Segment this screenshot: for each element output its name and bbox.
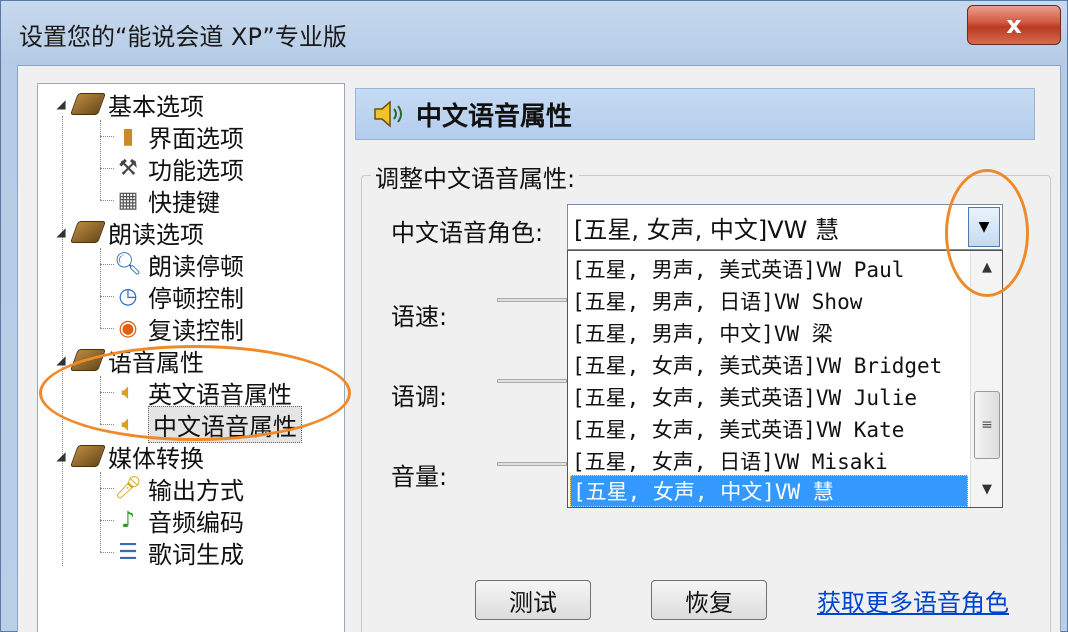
tree-item-label: 朗读停顿: [148, 252, 244, 281]
hammer-icon: ⚒: [118, 155, 138, 181]
book-icon: [69, 218, 107, 246]
tree-item-label: 复读控制: [148, 316, 244, 345]
tree-item-pause-control[interactable]: ◷ 停顿控制: [100, 280, 244, 313]
clock-icon: ◷: [118, 283, 138, 309]
tree-item-label: 输出方式: [148, 476, 244, 505]
volume-slider[interactable]: [497, 462, 567, 466]
pitch-label: 语调:: [391, 383, 448, 411]
speaker-icon: [370, 98, 408, 130]
list-item[interactable]: [五星, 女声, 美式英语]VW Kate: [570, 413, 968, 445]
pitch-slider[interactable]: [497, 379, 567, 383]
tree-item-interface[interactable]: ▮ 界面选项: [100, 120, 244, 153]
list-item-selected[interactable]: [五星, 女声, 中文]VW 慧: [570, 475, 968, 507]
tree-item-label: 音频编码: [148, 508, 244, 537]
voice-dropdown-list[interactable]: [五星, 男声, 美式英语]VW Paul [五星, 男声, 日语]VW Sho…: [567, 250, 1003, 508]
list-item[interactable]: [五星, 男声, 中文]VW 梁: [570, 317, 968, 349]
scroll-down-icon[interactable]: ▼: [971, 473, 1003, 505]
tree-group-reading[interactable]: ◢ 朗读选项: [54, 216, 204, 249]
tree-item-function[interactable]: ⚒ 功能选项: [100, 152, 244, 185]
list-item[interactable]: [五星, 女声, 美式英语]VW Bridget: [570, 349, 968, 381]
repeat-icon: ◉: [118, 315, 138, 341]
close-icon: x: [1006, 11, 1022, 39]
speed-slider[interactable]: [497, 298, 567, 302]
tree-group-label: 朗读选项: [108, 220, 204, 249]
restore-button[interactable]: 恢复: [651, 580, 767, 620]
speed-label: 语速:: [391, 303, 448, 331]
tree-item-repeat-control[interactable]: ◉ 复读控制: [100, 312, 244, 345]
panel-title: 中文语音属性: [416, 101, 573, 132]
combobox-value: [五星, 女声, 中文]VW 慧: [574, 215, 840, 244]
tree-item-label: 功能选项: [148, 156, 244, 185]
tree-item-label: 歌词生成: [148, 540, 244, 569]
annotation-ellipse: [39, 345, 351, 441]
title-bar[interactable]: 设置您的“能说会道 XP”专业版 x: [1, 1, 1068, 61]
tree-item-output[interactable]: 🎤︎ 输出方式: [100, 472, 244, 505]
expand-arrow-icon[interactable]: ◢: [54, 97, 68, 111]
book-icon: [69, 442, 107, 470]
book-icon: [69, 90, 107, 118]
list-item[interactable]: [五星, 女声, 美式英语]VW Julie: [570, 381, 968, 413]
tree-item-read-pause[interactable]: 🔍︎ 朗读停顿: [100, 248, 244, 281]
close-button[interactable]: x: [967, 5, 1061, 45]
group-label: 调整中文语音属性:: [371, 159, 580, 194]
tree-item-audio-encoding[interactable]: ♪ 音频编码: [100, 504, 244, 537]
tree-item-lyrics[interactable]: ☰ 歌词生成: [100, 536, 244, 569]
scroll-thumb[interactable]: ≡: [974, 391, 1000, 459]
door-icon: ▮: [121, 123, 135, 149]
volume-label: 音量:: [391, 463, 448, 491]
more-voices-link[interactable]: 获取更多语音角色: [817, 583, 1009, 618]
tree-item-hotkeys[interactable]: ▦ 快捷键: [100, 184, 220, 217]
list-item[interactable]: [五星, 男声, 日语]VW Show: [570, 285, 968, 317]
keypad-icon: ▦: [117, 187, 139, 213]
magnifier-icon: 🔍︎: [114, 251, 142, 277]
tree-group-label: 基本选项: [108, 92, 204, 121]
tree-item-label: 界面选项: [148, 124, 244, 153]
window-title: 设置您的“能说会道 XP”专业版: [19, 23, 347, 51]
expand-arrow-icon[interactable]: ◢: [54, 449, 68, 463]
tree-group-label: 媒体转换: [108, 444, 204, 473]
tree-item-label: 快捷键: [148, 188, 220, 217]
expand-arrow-icon[interactable]: ◢: [54, 225, 68, 239]
list-item[interactable]: [五星, 女声, 日语]VW Misaki: [570, 445, 968, 477]
microphone-icon: 🎤︎: [114, 475, 142, 501]
tree-item-label: 停顿控制: [148, 284, 244, 313]
settings-window: 设置您的“能说会道 XP”专业版 x ◢ 基本选项 ▮ 界面选项 ⚒ 功能选项 …: [0, 0, 1068, 632]
panel-header: 中文语音属性: [355, 88, 1035, 140]
music-note-icon: ♪: [120, 507, 136, 533]
voice-label: 中文语音角色:: [391, 219, 544, 247]
tree-group-media[interactable]: ◢ 媒体转换: [54, 440, 204, 473]
test-button[interactable]: 测试: [475, 580, 591, 620]
tree-group-basic[interactable]: ◢ 基本选项: [54, 88, 204, 121]
voice-combobox[interactable]: [五星, 女声, 中文]VW 慧 ▼: [567, 204, 1003, 250]
list-item[interactable]: [五星, 男声, 美式英语]VW Paul: [570, 253, 968, 285]
annotation-ellipse: [945, 169, 1029, 297]
document-icon: ☰: [118, 539, 138, 565]
